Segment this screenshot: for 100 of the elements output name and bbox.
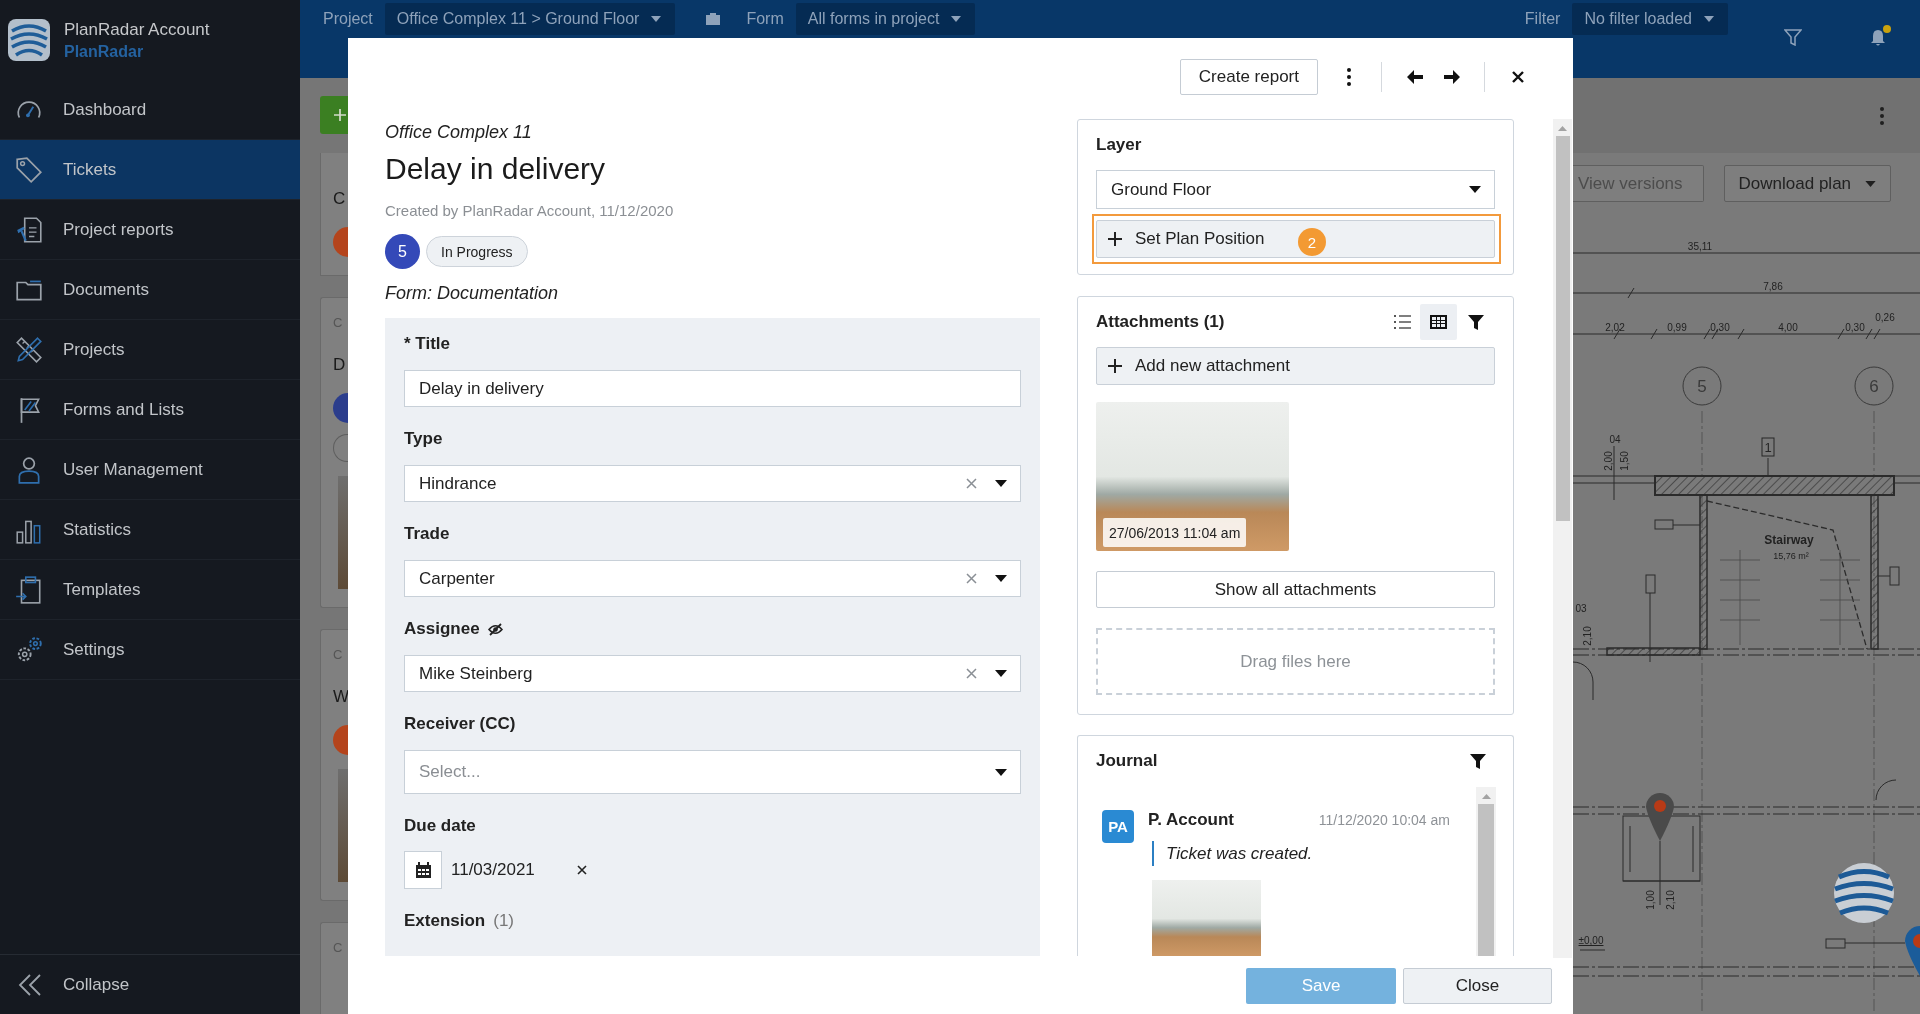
dimension-label: 35,11 bbox=[1687, 241, 1713, 252]
created-info: Created by PlanRadar Account, 11/12/2020 bbox=[385, 201, 675, 221]
dimension-label: 7,86 bbox=[1763, 281, 1783, 292]
dimension-label: 0,99 bbox=[1667, 322, 1687, 333]
dimension-label: 03 bbox=[1575, 603, 1587, 614]
dimension-label: 04 bbox=[1609, 434, 1621, 445]
filter-icon[interactable] bbox=[1468, 314, 1484, 330]
bell-icon[interactable] bbox=[1870, 29, 1886, 47]
card-title: D bbox=[333, 354, 347, 376]
caret-icon bbox=[1865, 180, 1877, 187]
caret-icon bbox=[1469, 186, 1481, 193]
create-report-button[interactable]: Create report bbox=[1179, 59, 1318, 95]
dimension-label: 2,00 bbox=[1603, 451, 1614, 471]
panel-title: Layer bbox=[1096, 134, 1143, 156]
caret-icon bbox=[651, 16, 662, 22]
grid-icon bbox=[1430, 315, 1447, 329]
form-dropdown[interactable]: All forms in project bbox=[795, 3, 976, 35]
select-field[interactable]: Hindrance bbox=[404, 465, 1021, 502]
field-label: Due date bbox=[404, 815, 476, 837]
calendar-button[interactable] bbox=[404, 851, 442, 889]
form-name: Form: Documentation bbox=[385, 282, 560, 305]
filter-label: Filter bbox=[1524, 9, 1561, 29]
date-field[interactable]: 11/03/2021 bbox=[451, 860, 577, 880]
photo-placeholder[interactable] bbox=[1152, 880, 1261, 956]
field-label: * Title bbox=[404, 333, 450, 355]
caret-icon bbox=[995, 480, 1007, 487]
caret-up-icon[interactable] bbox=[1481, 794, 1491, 799]
ticket-card[interactable]: C bbox=[320, 153, 348, 276]
plus-icon bbox=[1108, 232, 1122, 246]
more-icon[interactable] bbox=[1347, 68, 1351, 86]
plus-icon bbox=[334, 109, 346, 121]
show-all-attachments-button[interactable]: Show all attachments bbox=[1096, 571, 1495, 608]
arrow-right-icon[interactable] bbox=[1444, 70, 1460, 84]
field-label: Extension bbox=[404, 910, 486, 932]
select-field[interactable]: Carpenter bbox=[404, 560, 1021, 597]
journal-message: Ticket was created. bbox=[1152, 841, 1450, 866]
arrow-left-icon[interactable] bbox=[1407, 70, 1423, 84]
scrollbar-thumb[interactable] bbox=[1555, 136, 1570, 521]
grid-view-button[interactable] bbox=[1420, 304, 1457, 340]
sidebar-item[interactable]: Tickets bbox=[0, 140, 300, 200]
ticket-number-badge: 5 bbox=[385, 234, 420, 269]
sphere-logo-icon bbox=[8, 19, 50, 61]
clear-icon[interactable] bbox=[577, 865, 587, 875]
briefcase-icon[interactable] bbox=[705, 12, 722, 26]
dimension-label: 4,00 bbox=[1778, 322, 1798, 333]
select-field[interactable]: Ground Floor bbox=[1096, 170, 1495, 209]
caret-icon bbox=[995, 575, 1007, 582]
room-label: Stairway bbox=[1764, 533, 1814, 547]
grid-axis-marker: 5 bbox=[1682, 366, 1722, 406]
dimension-label: 2,02 bbox=[1605, 322, 1625, 333]
project-label: Project bbox=[323, 9, 373, 29]
entry-time: 11/12/2020 10:04 am bbox=[1318, 811, 1450, 830]
close-icon[interactable] bbox=[1512, 71, 1524, 83]
field-label: Assignee bbox=[404, 618, 480, 640]
field-count: (1) bbox=[493, 910, 515, 932]
report-icon bbox=[14, 214, 44, 245]
author-name: P. Account bbox=[1148, 810, 1234, 830]
project-name: Office Complex 11 bbox=[385, 121, 533, 144]
dimension-label: 0,30 bbox=[1710, 322, 1730, 333]
project-dropdown[interactable]: Office Complex 11 > Ground Floor bbox=[384, 3, 676, 35]
clipboard-icon bbox=[14, 574, 44, 605]
scrollbar[interactable] bbox=[1553, 119, 1572, 958]
dimension-label: 2,10 bbox=[1582, 626, 1593, 646]
list-icon bbox=[1393, 315, 1411, 329]
ticket-title: Delay in delivery bbox=[385, 151, 607, 187]
card-title: C bbox=[333, 188, 347, 210]
dimension-label: 0,30 bbox=[1845, 322, 1865, 333]
dimension-label: 0,26 bbox=[1875, 312, 1895, 323]
panel-title: Attachments (1) bbox=[1096, 311, 1226, 333]
caret-up-icon[interactable] bbox=[1558, 126, 1567, 131]
brand-name: PlanRadar bbox=[64, 42, 145, 61]
ruler-pencil-icon bbox=[14, 334, 44, 365]
close-button[interactable]: Close bbox=[1403, 968, 1552, 1004]
tag-marker: 1 bbox=[1761, 437, 1775, 457]
calendar-icon bbox=[415, 862, 431, 878]
status-badge[interactable]: In Progress bbox=[426, 236, 528, 267]
scrollbar[interactable] bbox=[1476, 787, 1496, 956]
select-field[interactable]: Mike Steinberg bbox=[404, 655, 1021, 692]
sphere-logo-button[interactable] bbox=[1832, 863, 1896, 923]
map-pin-icon[interactable] bbox=[1646, 793, 1674, 841]
filter-icon[interactable] bbox=[1470, 753, 1486, 769]
dimension-label: 2,10 bbox=[1665, 890, 1676, 910]
caret-icon bbox=[1704, 16, 1714, 22]
tag-icon bbox=[14, 154, 44, 185]
level-label: ±0,00 bbox=[1578, 935, 1604, 946]
account-name: PlanRadar Account bbox=[64, 19, 210, 40]
user-avatar: PA bbox=[1102, 810, 1134, 843]
photo-date-label: 27/06/2013 11:04 am bbox=[1103, 518, 1247, 547]
scrollbar-thumb[interactable] bbox=[1478, 804, 1494, 956]
dropdown-button[interactable]: Download plan bbox=[1723, 165, 1892, 202]
field-label: Trade bbox=[404, 523, 450, 545]
plus-icon bbox=[1108, 359, 1122, 373]
caret-icon bbox=[951, 16, 962, 22]
photo-placeholder[interactable]: 27/06/2013 11:04 am bbox=[1096, 402, 1289, 551]
field-label: Type bbox=[404, 428, 443, 450]
add-button[interactable] bbox=[320, 96, 348, 134]
filter-dropdown[interactable]: No filter loaded bbox=[1572, 3, 1728, 35]
add-attachment-button[interactable]: Add new attachment bbox=[1096, 347, 1495, 385]
text-field[interactable]: Delay in delivery bbox=[404, 370, 1021, 407]
dimension-label: 1,50 bbox=[1619, 451, 1630, 471]
